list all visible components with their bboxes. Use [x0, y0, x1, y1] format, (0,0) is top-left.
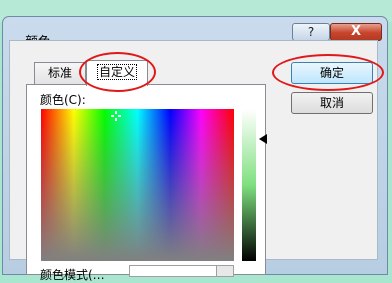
highlight-circle-custom-tab — [79, 52, 156, 92]
luminance-arrow-icon[interactable] — [259, 134, 267, 144]
highlight-circle-ok-button — [272, 54, 384, 91]
chevron-down-icon[interactable] — [216, 265, 234, 277]
colors-label: 颜色(C): — [40, 93, 86, 107]
luminance-slider[interactable] — [242, 109, 256, 261]
crosshair-icon — [111, 111, 121, 121]
cancel-button[interactable]: 取消 — [291, 92, 373, 114]
color-spectrum-picker[interactable] — [41, 109, 234, 261]
close-button[interactable]: X — [330, 23, 382, 41]
help-button[interactable]: ? — [292, 23, 330, 41]
